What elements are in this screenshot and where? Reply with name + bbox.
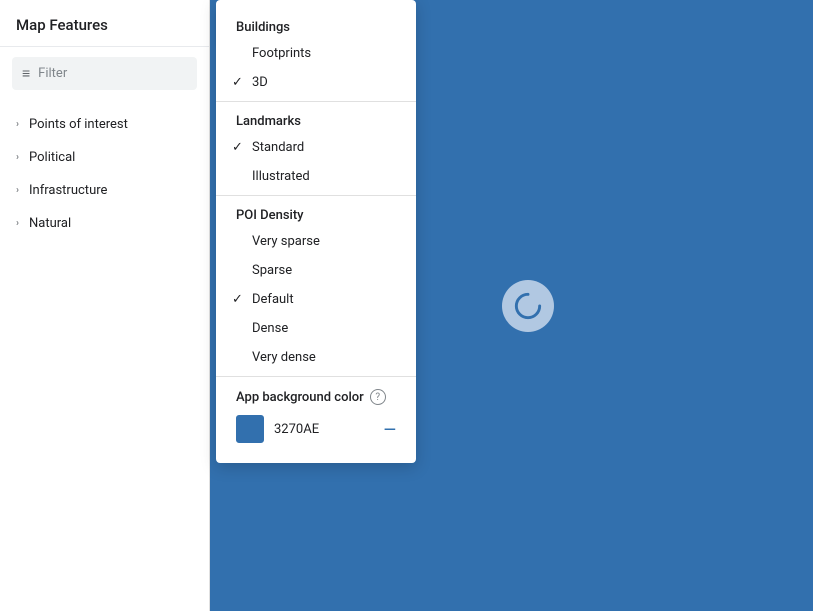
filter-bar[interactable]: ≡ Filter xyxy=(12,57,197,90)
color-hex-input[interactable] xyxy=(274,422,344,437)
very-dense-option[interactable]: Very dense xyxy=(216,343,416,372)
default-option[interactable]: ✓ Default xyxy=(216,285,416,314)
filter-placeholder: Filter xyxy=(38,66,67,81)
map-loading-spinner xyxy=(502,280,554,332)
sidebar-title: Map Features xyxy=(0,0,209,47)
sidebar-item-natural[interactable]: › Natural xyxy=(0,207,209,240)
footprints-label: Footprints xyxy=(252,46,311,61)
sidebar-item-label: Political xyxy=(29,150,75,165)
remove-color-button[interactable]: — xyxy=(384,420,396,439)
sidebar: Map Features ≡ Filter › Points of intere… xyxy=(0,0,210,611)
very-sparse-option[interactable]: Very sparse xyxy=(216,227,416,256)
sidebar-nav: › Points of interest › Political › Infra… xyxy=(0,100,209,248)
sidebar-item-label: Infrastructure xyxy=(29,183,107,198)
sidebar-item-political[interactable]: › Political xyxy=(0,141,209,174)
sidebar-item-poi[interactable]: › Points of interest xyxy=(0,108,209,141)
settings-dropdown: Buildings Footprints ✓ 3D Landmarks ✓ St… xyxy=(216,0,416,463)
chevron-icon: › xyxy=(16,152,19,163)
sparse-label: Sparse xyxy=(252,263,292,278)
standard-option[interactable]: ✓ Standard xyxy=(216,133,416,162)
check-icon: ✓ xyxy=(232,292,243,307)
buildings-section-label: Buildings xyxy=(216,12,416,39)
default-label: Default xyxy=(252,292,294,307)
standard-label: Standard xyxy=(252,140,304,155)
sidebar-item-label: Natural xyxy=(29,216,71,231)
landmarks-section-label: Landmarks xyxy=(216,101,416,133)
3d-option[interactable]: ✓ 3D xyxy=(216,68,416,97)
help-icon[interactable]: ? xyxy=(370,389,386,405)
sidebar-item-label: Points of interest xyxy=(29,117,128,132)
color-swatch[interactable] xyxy=(236,415,264,443)
check-icon: ✓ xyxy=(232,140,243,155)
illustrated-option[interactable]: Illustrated xyxy=(216,162,416,191)
filter-icon: ≡ xyxy=(22,65,30,82)
chevron-icon: › xyxy=(16,218,19,229)
sparse-option[interactable]: Sparse xyxy=(216,256,416,285)
sidebar-item-infrastructure[interactable]: › Infrastructure xyxy=(0,174,209,207)
chevron-icon: › xyxy=(16,185,19,196)
dense-option[interactable]: Dense xyxy=(216,314,416,343)
app-bg-color-section: App background color ? — xyxy=(216,376,416,447)
footprints-option[interactable]: Footprints xyxy=(216,39,416,68)
very-dense-label: Very dense xyxy=(252,350,316,365)
check-icon: ✓ xyxy=(232,75,243,90)
very-sparse-label: Very sparse xyxy=(252,234,320,249)
poi-density-section-label: POI Density xyxy=(216,195,416,227)
dense-label: Dense xyxy=(252,321,288,336)
app-bg-color-label: App background color xyxy=(236,390,364,405)
3d-label: 3D xyxy=(252,75,268,90)
chevron-icon: › xyxy=(16,119,19,130)
illustrated-label: Illustrated xyxy=(252,169,310,184)
